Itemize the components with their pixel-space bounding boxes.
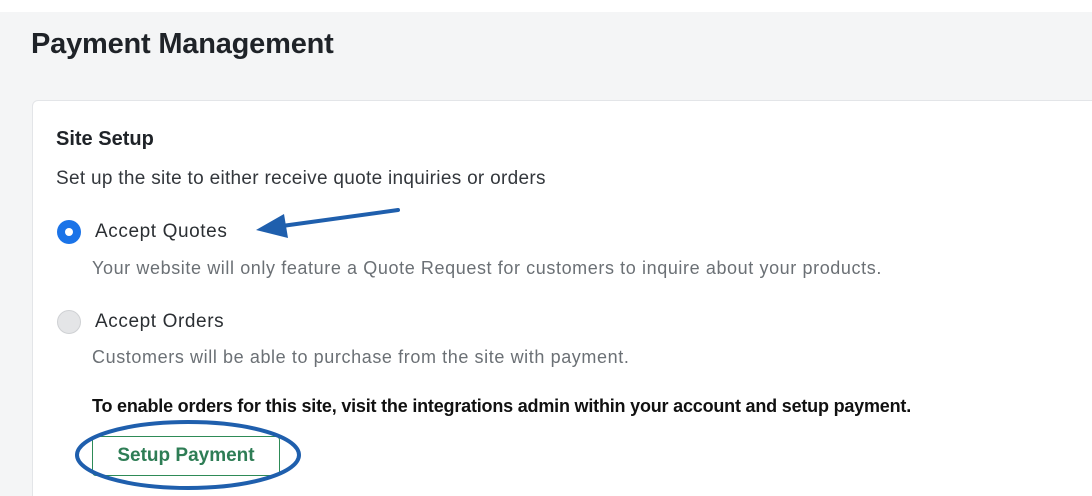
accept-orders-radio[interactable]: [57, 310, 81, 334]
setup-payment-note: To enable orders for this site, visit th…: [92, 396, 911, 416]
accept-orders-label[interactable]: Accept Orders: [95, 311, 224, 333]
accept-quotes-label[interactable]: Accept Quotes: [95, 221, 227, 243]
section-title: Site Setup: [56, 128, 154, 150]
top-strip: [0, 0, 1092, 12]
setup-payment-button[interactable]: Setup Payment: [92, 436, 280, 476]
page-title: Payment Management: [31, 28, 334, 60]
accept-quotes-description: Your website will only feature a Quote R…: [92, 258, 882, 278]
section-description: Set up the site to either receive quote …: [56, 168, 546, 189]
accept-orders-description: Customers will be able to purchase from …: [92, 347, 630, 367]
page: Payment Management Site Setup Set up the…: [0, 0, 1092, 496]
accept-quotes-radio[interactable]: [57, 220, 81, 244]
